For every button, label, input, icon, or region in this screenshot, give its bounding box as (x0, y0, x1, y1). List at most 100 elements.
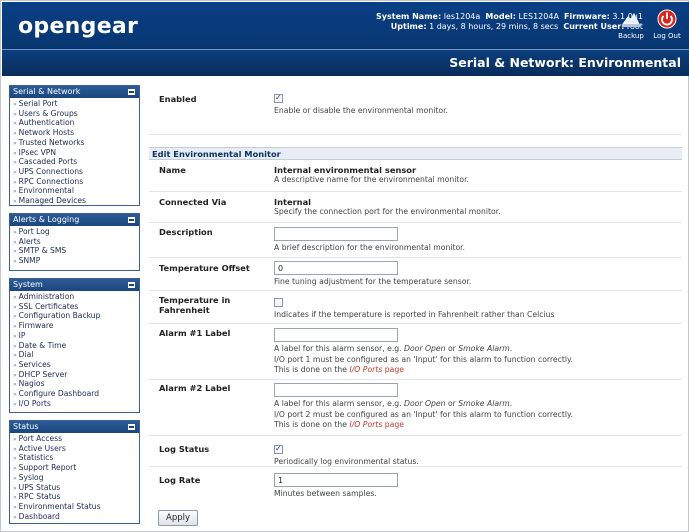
row-temperature-offset: Temperature Offset 0 Fine tuning adjustm… (149, 258, 682, 291)
nav-item-dashboard[interactable]: » Dashboard (13, 512, 139, 523)
alarm1-input[interactable] (274, 328, 398, 342)
bullet-icon: » (13, 303, 17, 311)
section-header: Edit Environmental Monitor (149, 147, 682, 160)
bullet-icon: » (13, 494, 17, 502)
minimize-icon[interactable] (128, 217, 135, 223)
minimize-icon[interactable] (128, 424, 135, 430)
minimize-icon[interactable] (128, 282, 135, 288)
name-value: Internal environmental sensor (274, 165, 417, 175)
alarm1-label: Alarm #1 Label (159, 328, 231, 338)
bullet-icon: » (13, 361, 17, 369)
connected-via-value: Internal (274, 197, 312, 207)
uptime-label: Uptime: (390, 22, 427, 31)
alarm2-label: Alarm #2 Label (159, 383, 231, 393)
nav-header-serial-network: Serial & Network (10, 86, 139, 98)
nav-status: Status » Port Access» Active Users» Statist… (9, 420, 140, 524)
bullet-icon: » (13, 342, 17, 350)
row-alarm1: Alarm #1 Label A label for this alarm se… (149, 324, 682, 380)
fahrenheit-hint: Indicates if the temperature is reported… (274, 310, 555, 319)
connected-via-label: Connected Via (159, 197, 227, 207)
alarm2-hint-example: A label for this alarm sensor, e.g. Door… (274, 399, 513, 408)
row-alarm2: Alarm #2 Label A label for this alarm se… (149, 380, 682, 436)
row-fahrenheit: Temperature in Fahrenheit Indicates if t… (149, 291, 682, 324)
bullet-icon: » (13, 294, 17, 301)
logout-icon (657, 9, 677, 29)
logout-button[interactable]: Log Out (651, 8, 683, 40)
model-label: Model: (485, 12, 516, 21)
temperature-offset-label: Temperature Offset (159, 263, 250, 273)
backup-icon (622, 12, 640, 27)
nav-list: » Port Log» Alerts» SMTP & SMS» SNMP (10, 226, 139, 269)
nav-title: Serial & Network (13, 87, 81, 96)
row-log-status: Log Status Periodically log environmenta… (149, 436, 682, 467)
row-description: Description A brief description for the … (149, 223, 682, 258)
bullet-icon: » (13, 229, 17, 236)
nav-title: Alerts & Logging (13, 215, 80, 224)
title-bar: Serial & Network: Environmental (2, 49, 689, 76)
nav-list: » Port Access» Active Users» Statistics» Sup… (10, 433, 139, 524)
backup-button[interactable]: Backup (616, 8, 646, 40)
bullet-icon: » (13, 198, 17, 206)
minimize-icon[interactable] (128, 89, 135, 95)
row-connected-via: Connected Via Internal Specify the conne… (149, 192, 682, 223)
name-label: Name (159, 165, 186, 175)
io-ports-link[interactable]: I/O Ports (349, 365, 382, 374)
log-rate-input[interactable]: 1 (274, 473, 398, 487)
row-log-rate: Log Rate 1 Minutes between samples. (149, 467, 682, 503)
bullet-icon: » (13, 168, 17, 176)
alarm2-input[interactable] (274, 383, 398, 397)
bullet-icon: » (13, 400, 17, 408)
bullet-icon: » (13, 391, 17, 399)
bullet-icon: » (13, 332, 17, 340)
description-input[interactable] (274, 227, 398, 241)
bullet-icon: » (13, 178, 17, 186)
apply-button[interactable]: Apply (158, 510, 198, 526)
uptime-value: 1 days, 8 hours, 29 mins, 8 secs (429, 22, 559, 31)
alarm2-hint-io: I/O port 2 must be configured as an 'Inp… (274, 409, 573, 419)
fahrenheit-label: Temperature in Fahrenheit (159, 295, 231, 315)
logout-label: Log Out (653, 32, 681, 40)
bullet-icon: » (13, 455, 17, 463)
model-value: LES1204A (518, 12, 559, 21)
bullet-icon: » (13, 484, 17, 492)
bullet-icon: » (13, 248, 17, 256)
backup-label: Backup (618, 32, 644, 40)
nav-list: » Administration» SSL Certificates» Configu… (10, 291, 139, 411)
log-rate-label: Log Rate (159, 475, 201, 485)
description-label: Description (159, 227, 213, 237)
alarm1-hint-link-line: This is done on the I/O Ports page (274, 365, 404, 374)
bullet-icon: » (13, 188, 17, 196)
bullet-icon: » (13, 503, 17, 511)
app-window: opengear System Name: les1204a Model: LE… (0, 0, 689, 532)
opengear-logo: opengear (18, 14, 139, 39)
bullet-icon: » (13, 258, 17, 266)
description-hint: A brief description for the environmenta… (274, 243, 466, 252)
log-status-hint: Periodically log environmental status. (274, 457, 419, 466)
nav-serial-network: Serial & Network » Serial Port» Users & Gr… (9, 85, 140, 206)
nav-item-managed-devices[interactable]: » Managed Devices (13, 196, 139, 207)
log-status-checkbox[interactable] (274, 444, 283, 454)
nav-system: System » Administration» SSL Certificates»… (9, 278, 140, 413)
enabled-label: Enabled (159, 94, 197, 104)
io-ports-link[interactable]: I/O Ports (349, 420, 382, 429)
nav-header-system: System (10, 279, 139, 291)
temperature-offset-input[interactable]: 0 (274, 261, 398, 275)
alarm1-hint-io: I/O port 1 must be configured as an 'Inp… (274, 354, 573, 364)
alarm1-hint-example: A label for this alarm sensor, e.g. Door… (274, 344, 513, 353)
nav-alerts-logging: Alerts & Logging » Port Log» Alerts» SMTP &… (9, 213, 140, 271)
temperature-offset-hint: Fine tuning adjustment for the temperatu… (274, 277, 472, 286)
bullet-icon: » (13, 110, 17, 118)
fahrenheit-checkbox[interactable] (274, 298, 283, 307)
row-name: Name Internal environmental sensor A des… (149, 161, 682, 192)
connected-via-hint: Specify the connection port for the envi… (274, 207, 501, 216)
nav-header-alerts-logging: Alerts & Logging (10, 214, 139, 226)
enabled-checkbox[interactable] (274, 93, 283, 103)
nav-item-i-o-ports[interactable]: » I/O Ports (13, 399, 139, 410)
firmware-label: Firmware: (564, 12, 610, 21)
bullet-icon: » (13, 371, 17, 379)
nav-header-status: Status (10, 421, 139, 433)
alarm2-hint-link-line: This is done on the I/O Ports page (274, 420, 404, 429)
log-status-label: Log Status (159, 444, 210, 454)
nav-item-snmp[interactable]: » SNMP (13, 256, 139, 267)
nav-item-firmware[interactable]: » Firmware (13, 321, 139, 332)
